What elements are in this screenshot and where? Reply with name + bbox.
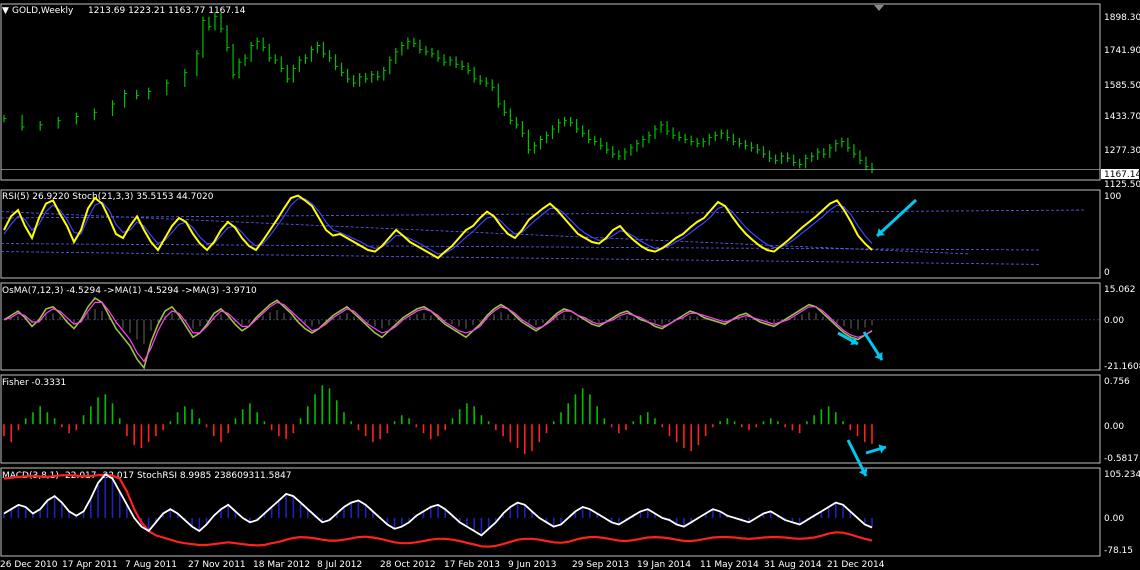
xtick: 8 Jul 2012 <box>317 560 362 570</box>
chart-background <box>0 0 1140 570</box>
xtick: 31 Aug 2014 <box>764 560 822 570</box>
rsi-ytick: 100 <box>1104 192 1121 202</box>
price-ytick: 1125.50 <box>1104 180 1140 190</box>
price-ytick: 1898.30 <box>1104 13 1140 23</box>
price-ytick: 1585.50 <box>1104 81 1140 91</box>
fisher-ytick: -0.5817 <box>1104 454 1139 464</box>
xtick: 29 Sep 2013 <box>572 560 629 570</box>
price-ohlc-label: 1213.69 1223.21 1163.77 1167.14 <box>88 6 246 16</box>
current-price-label: 1167.14 <box>1104 170 1140 180</box>
xtick: 17 Apr 2011 <box>62 560 118 570</box>
macd-ytick: 0.00 <box>1104 514 1124 524</box>
xtick: 18 Mar 2012 <box>253 560 310 570</box>
xtick: 7 Aug 2011 <box>125 560 177 570</box>
rsi-ytick: 0 <box>1104 268 1110 278</box>
xtick: 27 Nov 2011 <box>188 560 246 570</box>
rsi-panel-title: RSI(5) 26.9220 Stoch(21,3,3) 35.5153 44.… <box>2 192 214 202</box>
fisher-ytick: 0.00 <box>1104 422 1124 432</box>
osma-panel-title: OsMA(7,12,3) -4.5294 ->MA(1) -4.5294 ->M… <box>2 286 257 296</box>
xtick: 21 Dec 2014 <box>827 560 885 570</box>
price-ytick: 1741.90 <box>1104 46 1140 56</box>
osma-ytick: -21.1608 <box>1104 362 1140 372</box>
macd-ytick: 105.234 <box>1104 470 1140 480</box>
chart-canvas: ▼ GOLD,Weekly 1213.69 1223.21 1163.77 11… <box>0 0 1140 570</box>
xtick: 19 Jan 2014 <box>637 560 691 570</box>
price-panel-title: GOLD,Weekly <box>12 6 74 16</box>
macd-ytick: -78.15 <box>1104 546 1133 556</box>
xtick: 9 Jun 2013 <box>508 560 556 570</box>
price-ytick: 1277.30 <box>1104 146 1140 156</box>
osma-ytick: 15.062 <box>1104 285 1136 295</box>
xtick: 11 May 2014 <box>700 560 759 570</box>
fisher-ytick: 0.756 <box>1104 377 1130 387</box>
xtick: 28 Oct 2012 <box>380 560 436 570</box>
xtick: 17 Feb 2013 <box>444 560 500 570</box>
price-ytick: 1433.70 <box>1104 112 1140 122</box>
xtick: 26 Dec 2010 <box>0 560 58 570</box>
osma-ytick: 0.00 <box>1104 316 1124 326</box>
fisher-panel-title: Fisher -0.3331 <box>2 378 66 388</box>
price-menu-triangle-icon[interactable]: ▼ <box>2 6 9 16</box>
